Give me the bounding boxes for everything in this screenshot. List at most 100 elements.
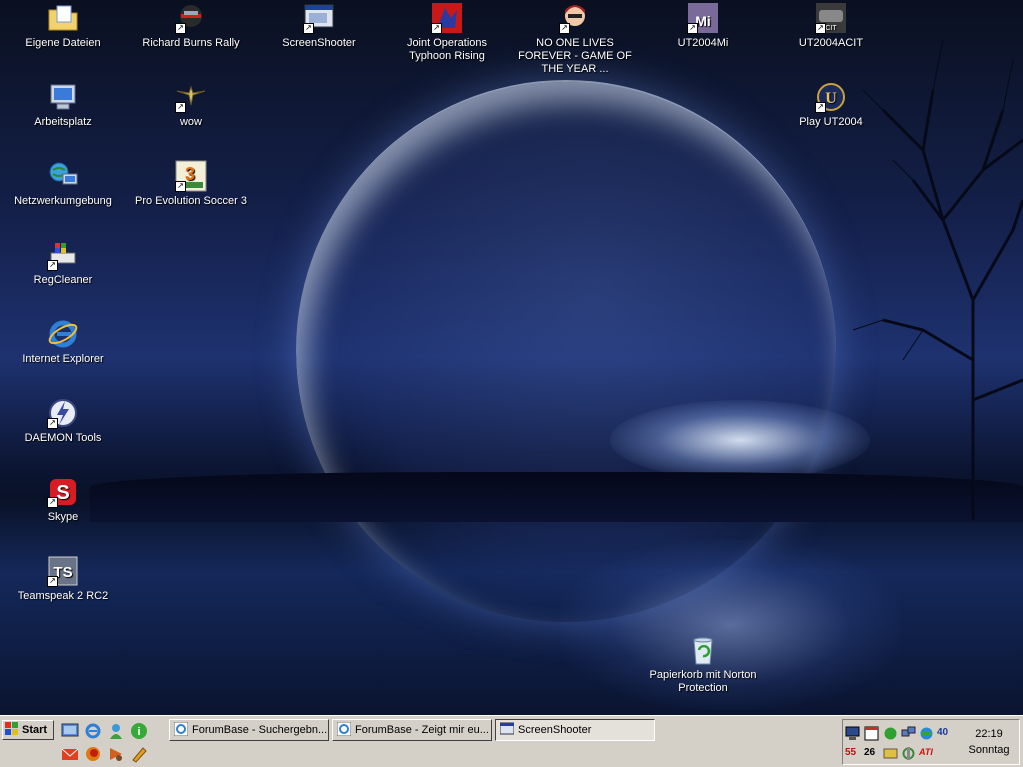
task-button-screenshooter[interactable]: ScreenShooter: [495, 719, 655, 741]
start-button[interactable]: Start: [2, 720, 54, 740]
icon-label: UT2004Mi: [677, 37, 729, 49]
icon-label: Skype: [47, 511, 79, 523]
tray-monitor-icon[interactable]: [845, 726, 860, 741]
shortcut-arrow-icon: ↗: [175, 181, 186, 192]
ut2004mi-icon: Mi ↗: [687, 2, 719, 34]
pes3-icon: 3 ↗: [175, 160, 207, 192]
desktop[interactable]: Eigene Dateien Arbeitsplatz Netzwerkumge…: [0, 0, 1023, 715]
system-tray: 40 55 26 ATI 22:19 Sonntag: [842, 719, 1020, 765]
shortcut-arrow-icon: ↗: [687, 23, 698, 34]
desktop-icon-netzwerkumgebung[interactable]: Netzwerkumgebung: [3, 160, 123, 208]
tray-calendar-icon[interactable]: [864, 726, 879, 741]
taskbar: Start i ForumBase - Suchergebn... ForumB…: [0, 715, 1023, 767]
shortcut-arrow-icon: ↗: [815, 102, 826, 113]
quicklaunch-messenger-icon[interactable]: [107, 722, 125, 740]
icon-label: wow: [179, 116, 202, 128]
svg-text:3: 3: [185, 164, 195, 184]
ut2004acit-icon: CIT ↗: [815, 2, 847, 34]
desktop-icon-skype[interactable]: S ↗ Skype: [3, 476, 123, 524]
svg-text:S: S: [56, 482, 69, 504]
desktop-icon-nolf[interactable]: ↗ NO ONE LIVES FOREVER - GAME OF THE YEA…: [515, 2, 635, 76]
desktop-icon-ut2004acit[interactable]: CIT ↗ UT2004ACIT: [771, 2, 891, 50]
desktop-icon-arbeitsplatz[interactable]: Arbeitsplatz: [3, 81, 123, 129]
desktop-icon-recycle-bin[interactable]: Papierkorb mit Norton Protection: [643, 634, 763, 695]
my-computer-icon: [47, 81, 79, 113]
tray-tools-icon[interactable]: [901, 746, 916, 761]
desktop-icon-teamspeak[interactable]: TS ↗ Teamspeak 2 RC2: [3, 555, 123, 603]
desktop-icon-eigene-dateien[interactable]: Eigene Dateien: [3, 2, 123, 50]
play-ut2004-icon: U ↗: [815, 81, 847, 113]
shortcut-arrow-icon: ↗: [47, 576, 58, 587]
task-button-forumbase-zeigt[interactable]: ForumBase - Zeigt mir eu...: [332, 719, 492, 741]
desktop-icon-regcleaner[interactable]: ↗ RegCleaner: [3, 239, 123, 287]
tray-temperature-icon[interactable]: 40: [937, 726, 955, 741]
tray-text: 55: [845, 747, 857, 758]
richard-burns-rally-icon: ↗: [175, 2, 207, 34]
clock[interactable]: 22:19 Sonntag: [965, 726, 1013, 758]
task-label: ScreenShooter: [518, 724, 592, 736]
shortcut-arrow-icon: ↗: [559, 23, 570, 34]
quicklaunch-firefox-icon[interactable]: [84, 745, 102, 763]
desktop-icon-screenshooter[interactable]: ↗ ScreenShooter: [259, 2, 379, 50]
shortcut-arrow-icon: ↗: [175, 102, 186, 113]
daemon-tools-icon: ↗: [47, 397, 79, 429]
desktop-icon-daemon-tools[interactable]: ↗ DAEMON Tools: [3, 397, 123, 445]
icon-label: Teamspeak 2 RC2: [17, 590, 109, 602]
tray-ati-icon[interactable]: ATI: [919, 746, 939, 761]
recycle-bin-icon: [687, 634, 719, 666]
icon-label: Papierkorb mit Norton Protection: [649, 669, 757, 694]
clock-day: Sonntag: [968, 744, 1010, 756]
svg-text:CIT: CIT: [825, 25, 837, 32]
tray-text: 40: [937, 727, 949, 738]
shortcut-arrow-icon: ↗: [47, 418, 58, 429]
internet-explorer-icon: [47, 318, 79, 350]
desktop-icon-ut2004mi[interactable]: Mi ↗ UT2004Mi: [643, 2, 763, 50]
desktop-icon-internet-explorer[interactable]: Internet Explorer: [3, 318, 123, 366]
task-label: ForumBase - Suchergebn...: [192, 724, 328, 736]
clock-time: 22:19: [975, 728, 1003, 740]
desktop-icon-joint-operations[interactable]: ↗ Joint Operations Typhoon Rising: [387, 2, 507, 63]
icon-label: Joint Operations Typhoon Rising: [406, 37, 488, 62]
shortcut-arrow-icon: ↗: [47, 260, 58, 271]
tray-text: ATI: [919, 747, 933, 757]
icon-label: Eigene Dateien: [25, 37, 101, 49]
quicklaunch-show-desktop-icon[interactable]: [61, 722, 79, 740]
tray-network-icon[interactable]: [901, 726, 916, 741]
windows-logo-icon: [5, 721, 19, 739]
screenshooter-icon: ↗: [303, 2, 335, 34]
quicklaunch-info-icon[interactable]: i: [130, 722, 148, 740]
icon-label: Internet Explorer: [22, 353, 104, 365]
quicklaunch-misc-icon[interactable]: [130, 745, 148, 763]
icon-label: NO ONE LIVES FOREVER - GAME OF THE YEAR …: [518, 37, 632, 75]
start-label: Start: [22, 724, 48, 736]
desktop-icon-pes3[interactable]: 3 ↗ Pro Evolution Soccer 3: [131, 160, 251, 208]
tray-text: 26: [864, 747, 876, 758]
quicklaunch-media-icon[interactable]: [107, 745, 125, 763]
ie-window-icon: [336, 721, 352, 739]
desktop-icon-wow[interactable]: ↗ wow: [131, 81, 251, 129]
icon-label: RegCleaner: [33, 274, 93, 286]
desktop-icon-play-ut2004[interactable]: U ↗ Play UT2004: [771, 81, 891, 129]
shortcut-arrow-icon: ↗: [47, 497, 58, 508]
task-button-forumbase-suche[interactable]: ForumBase - Suchergebn...: [169, 719, 329, 741]
tray-audio-icon[interactable]: [883, 746, 898, 761]
icon-label: Netzwerkumgebung: [14, 195, 112, 207]
teamspeak-icon: TS ↗: [47, 555, 79, 587]
icon-label: DAEMON Tools: [24, 432, 102, 444]
desktop-icon-richard-burns-rally[interactable]: ↗ Richard Burns Rally: [131, 2, 251, 50]
shortcut-arrow-icon: ↗: [175, 23, 186, 34]
wallpaper-trees: [852, 39, 1023, 520]
icon-label: Play UT2004: [799, 116, 863, 128]
svg-text:i: i: [137, 726, 140, 738]
tray-globe-icon[interactable]: [919, 726, 934, 741]
quicklaunch-internet-explorer-icon[interactable]: [84, 722, 102, 740]
tray-counter-icon[interactable]: 26: [864, 746, 880, 761]
tray-cpu-icon[interactable]: 55: [845, 746, 861, 761]
tray-green-ball-icon[interactable]: [883, 726, 898, 741]
ie-window-icon: [173, 721, 189, 739]
icon-label: ScreenShooter: [282, 37, 356, 49]
shortcut-arrow-icon: ↗: [431, 23, 442, 34]
network-places-icon: [47, 160, 79, 192]
icon-label: Richard Burns Rally: [142, 37, 240, 49]
quicklaunch-mail-icon[interactable]: [61, 745, 79, 763]
